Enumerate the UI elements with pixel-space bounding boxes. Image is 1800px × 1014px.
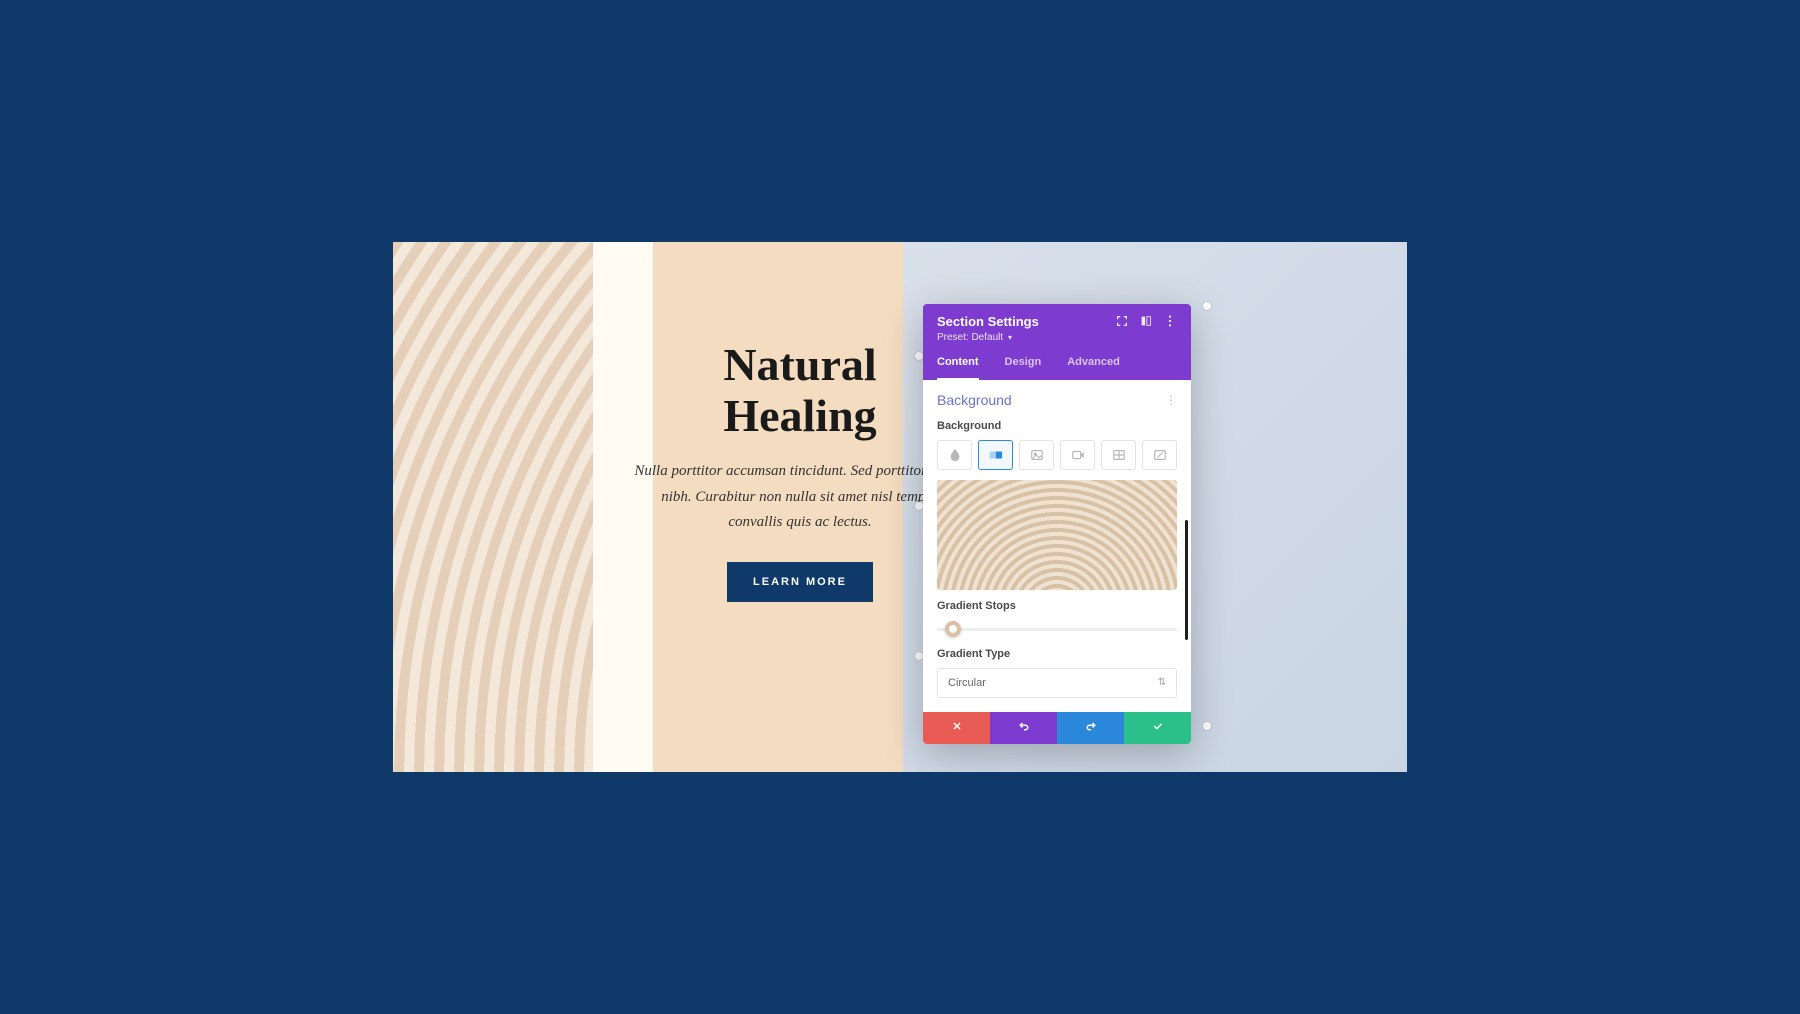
snap-icon[interactable] <box>1139 314 1153 328</box>
gradient-stops-slider[interactable] <box>937 620 1177 638</box>
builder-handle-dot[interactable] <box>1203 722 1211 730</box>
select-updown-icon: ⇅ <box>1158 677 1166 688</box>
builder-handle-dot[interactable] <box>915 502 923 510</box>
tab-content[interactable]: Content <box>937 356 979 380</box>
kebab-menu-icon[interactable]: ⋮ <box>1165 393 1177 407</box>
section-settings-modal: Section Settings Preset: Default ▾ <box>923 304 1191 744</box>
modal-header: Section Settings Preset: Default ▾ <box>923 304 1191 380</box>
modal-scrollbar[interactable] <box>1185 520 1188 640</box>
check-icon <box>1152 719 1164 737</box>
bg-type-pattern[interactable] <box>1101 440 1136 470</box>
modal-preset-label: Preset: Default <box>937 332 1003 343</box>
builder-handle-dot[interactable] <box>915 652 923 660</box>
builder-handle-dot[interactable] <box>1203 302 1211 310</box>
modal-footer <box>923 712 1191 744</box>
kebab-menu-icon[interactable] <box>1163 314 1177 328</box>
page-canvas: Natural Healing Nulla porttitor accumsan… <box>393 242 1407 772</box>
bg-type-image[interactable] <box>1019 440 1054 470</box>
redo-icon <box>1085 719 1097 737</box>
undo-icon <box>1018 719 1030 737</box>
expand-icon[interactable] <box>1115 314 1129 328</box>
redo-button[interactable] <box>1057 712 1124 744</box>
modal-title-wrap: Section Settings Preset: Default ▾ <box>937 314 1039 344</box>
hero-title-line2: Healing <box>723 390 876 441</box>
gradient-type-value: Circular <box>948 677 986 689</box>
close-icon <box>951 719 963 737</box>
cancel-button[interactable] <box>923 712 990 744</box>
hero-title-line1: Natural <box>723 339 876 390</box>
bg-type-gradient[interactable] <box>978 440 1013 470</box>
section-heading: Background <box>937 392 1012 408</box>
slider-handle[interactable] <box>945 621 961 637</box>
chevron-down-icon: ▾ <box>1008 333 1012 342</box>
bg-type-video[interactable] <box>1060 440 1095 470</box>
background-field-label: Background <box>937 420 1177 432</box>
modal-title: Section Settings <box>937 314 1039 330</box>
background-preview[interactable] <box>937 480 1177 590</box>
gradient-stops-label: Gradient Stops <box>937 600 1177 612</box>
tab-advanced[interactable]: Advanced <box>1067 356 1120 380</box>
gradient-type-select[interactable]: Circular ⇅ <box>937 668 1177 698</box>
bg-type-mask[interactable] <box>1142 440 1177 470</box>
modal-preset-selector[interactable]: Preset: Default ▾ <box>937 332 1039 344</box>
gradient-type-label: Gradient Type <box>937 648 1177 660</box>
slider-track <box>937 628 1177 631</box>
builder-handle-dot[interactable] <box>915 352 923 360</box>
save-button[interactable] <box>1124 712 1191 744</box>
modal-body: Background ⋮ Background <box>923 380 1191 712</box>
learn-more-button[interactable]: LEARN MORE <box>727 562 873 602</box>
tab-design[interactable]: Design <box>1005 356 1042 380</box>
section-heading-row[interactable]: Background ⋮ <box>937 392 1177 408</box>
undo-button[interactable] <box>990 712 1057 744</box>
background-type-tabs <box>937 440 1177 470</box>
bg-type-color[interactable] <box>937 440 972 470</box>
modal-tabs: Content Design Advanced <box>937 356 1177 380</box>
